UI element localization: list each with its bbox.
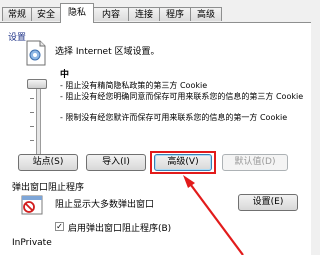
tab-privacy[interactable]: 隐私 — [60, 3, 94, 23]
annotation-arrow — [183, 175, 244, 255]
